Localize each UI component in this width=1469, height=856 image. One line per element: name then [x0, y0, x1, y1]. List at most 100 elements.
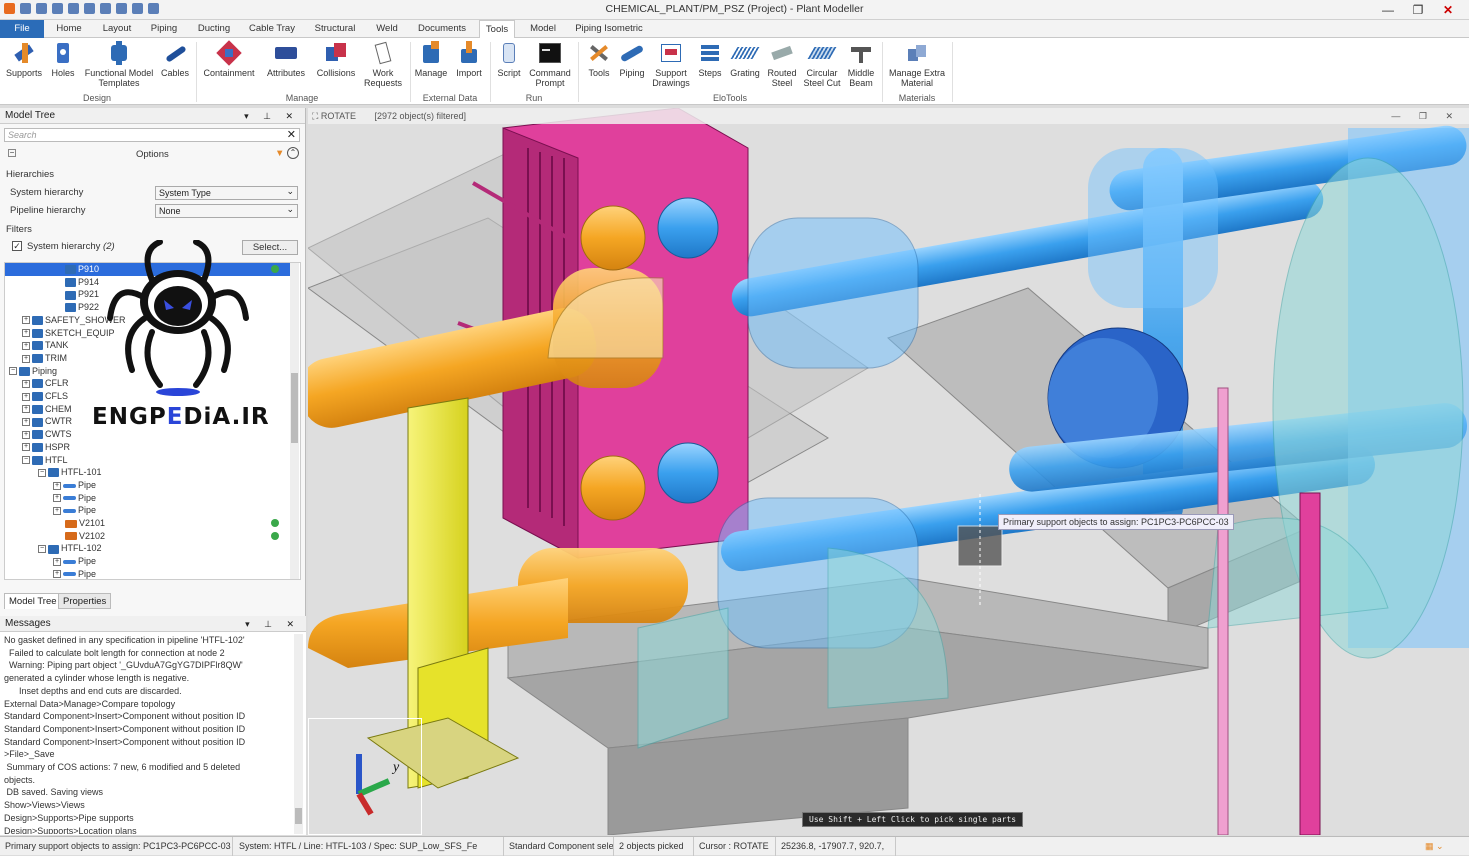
pipe-icon — [63, 483, 76, 488]
message-line: Standard Component>Insert>Component with… — [4, 723, 246, 734]
holes-button[interactable]: Holes — [48, 41, 78, 78]
tab-documents[interactable]: Documents — [412, 20, 472, 38]
tree-node-label: CHEM — [45, 403, 72, 414]
expand-icon[interactable]: + — [53, 506, 61, 515]
tree-node[interactable]: + Pipe — [5, 568, 291, 579]
tab-properties[interactable]: Properties — [58, 593, 112, 609]
tab-home[interactable]: Home — [50, 20, 88, 38]
expand-icon[interactable]: + — [22, 316, 30, 325]
status-ok-icon — [271, 531, 279, 540]
3d-viewport[interactable]: ⛶ ROTATE [2972 object(s) filtered] — ❐ ✕ — [308, 108, 1469, 835]
view-cube-navigator[interactable]: y — [308, 718, 422, 835]
script-button[interactable]: Script — [494, 41, 524, 78]
scroll-thumb[interactable] — [291, 373, 298, 443]
external-manage-button[interactable]: Manage — [414, 41, 448, 78]
search-input[interactable]: Search ✕ — [4, 128, 300, 142]
expand-icon[interactable]: + — [22, 341, 30, 350]
panel-controls[interactable]: ▾ ⊥ ✕ — [245, 616, 300, 632]
messages-scrollbar[interactable] — [294, 634, 303, 834]
functional-model-templates-button[interactable]: Functional Model Templates — [80, 41, 158, 88]
filter-icon[interactable]: ▼ — [275, 148, 284, 159]
containment-button[interactable]: Containment — [200, 40, 258, 78]
minimize-icon[interactable]: — — [1373, 2, 1403, 18]
tab-model[interactable]: Model — [523, 20, 563, 38]
plant-scene[interactable] — [308, 108, 1469, 835]
scroll-thumb[interactable] — [295, 808, 302, 824]
collapse-icon[interactable]: − — [22, 456, 30, 465]
panel-controls[interactable]: ▾ ⊥ ✕ — [244, 108, 299, 124]
tab-layout[interactable]: Layout — [96, 20, 138, 38]
system-hierarchy-checkbox[interactable]: ✓ — [12, 241, 22, 251]
collapse-icon[interactable]: − — [9, 367, 17, 376]
support-drawings-button[interactable]: Support Drawings — [650, 41, 692, 88]
expand-icon[interactable]: + — [22, 405, 30, 414]
collapse-options-icon[interactable]: − — [8, 149, 16, 157]
tree-node[interactable]: V2102 — [5, 530, 291, 543]
tab-model-tree[interactable]: Model Tree — [4, 593, 62, 609]
tab-file[interactable]: File — [0, 20, 44, 38]
grating-button[interactable]: Grating — [728, 41, 762, 78]
attributes-button[interactable]: Attributes — [262, 41, 310, 78]
expand-icon[interactable]: + — [22, 443, 30, 452]
close-icon[interactable]: ✕ — [1433, 2, 1463, 18]
restore-icon[interactable]: ❐ — [1403, 2, 1433, 18]
tree-node[interactable]: − HTFL — [5, 454, 291, 467]
circular-steel-cut-button[interactable]: Circular Steel Cut — [802, 41, 842, 88]
tab-structural[interactable]: Structural — [308, 20, 362, 38]
expand-icon[interactable]: + — [53, 481, 61, 490]
tab-tools[interactable]: Tools — [479, 20, 515, 39]
tree-node[interactable]: + Pipe — [5, 504, 291, 517]
system-icon — [32, 328, 43, 338]
collapse-icon[interactable]: − — [38, 545, 46, 554]
expand-icon[interactable]: + — [22, 329, 30, 338]
work-requests-button[interactable]: Work Requests — [362, 41, 404, 88]
expand-icon[interactable]: + — [22, 418, 30, 427]
tree-node[interactable]: − HTFL-102 — [5, 542, 291, 555]
tree-node[interactable]: + Pipe — [5, 492, 291, 505]
expand-icon[interactable]: + — [22, 379, 30, 388]
tree-node-label: Pipe — [78, 492, 97, 503]
tab-piping-isometric[interactable]: Piping Isometric — [570, 20, 648, 38]
routed-steel-button[interactable]: Routed Steel — [764, 41, 800, 88]
expand-icon[interactable]: + — [53, 494, 61, 503]
command-prompt-button[interactable]: Command Prompt — [526, 41, 574, 88]
system-hierarchy-select[interactable]: System Type — [155, 185, 298, 200]
tree-scrollbar[interactable] — [290, 263, 299, 579]
options-label[interactable]: Options — [136, 149, 169, 160]
tab-ducting[interactable]: Ducting — [192, 20, 236, 38]
work-requests-icon — [371, 41, 395, 65]
layout-toggle-icon[interactable]: ▦ ⌄ — [1420, 837, 1469, 856]
tree-node[interactable]: V2101 — [5, 517, 291, 530]
tree-node[interactable]: + Pipe — [5, 555, 291, 568]
status-coordinates: 25236.8, -17907.7, 920.7, — [776, 837, 896, 856]
viewport-controls[interactable]: — ❐ ✕ — [1391, 108, 1461, 124]
piping-tools-button[interactable]: Piping — [616, 41, 648, 78]
expand-icon[interactable]: + — [53, 557, 61, 566]
steps-button[interactable]: Steps — [694, 41, 726, 78]
tree-node-label: Pipe — [78, 568, 97, 579]
cables-button[interactable]: Cables — [160, 41, 190, 78]
tree-node[interactable]: + HSPR — [5, 441, 291, 454]
tab-weld[interactable]: Weld — [370, 20, 404, 38]
collapse-icon[interactable]: − — [38, 468, 46, 477]
supports-button[interactable]: Supports — [4, 41, 44, 78]
clear-search-icon[interactable]: ✕ — [287, 129, 296, 141]
import-button[interactable]: Import — [452, 41, 486, 78]
manage-extra-material-button[interactable]: Manage Extra Material — [886, 41, 948, 88]
status-selection: Standard Component selected — [504, 837, 614, 856]
expand-icon[interactable]: + — [22, 354, 30, 363]
expand-icon[interactable]: + — [22, 430, 30, 439]
tree-node[interactable]: + Pipe — [5, 479, 291, 492]
tab-piping[interactable]: Piping — [144, 20, 184, 38]
collapse-up-icon[interactable]: ⌃ — [287, 147, 299, 159]
valve-icon — [65, 532, 77, 541]
pipeline-hierarchy-select[interactable]: None — [155, 203, 298, 218]
tab-cable-tray[interactable]: Cable Tray — [244, 20, 300, 38]
tools-button[interactable]: Tools — [582, 41, 616, 78]
tree-node[interactable]: − HTFL-101 — [5, 466, 291, 479]
middle-beam-button[interactable]: Middle Beam — [844, 41, 878, 88]
expand-icon[interactable]: + — [22, 392, 30, 401]
collisions-button[interactable]: Collisions — [314, 41, 358, 78]
system-icon — [19, 366, 30, 376]
expand-icon[interactable]: + — [53, 570, 61, 579]
